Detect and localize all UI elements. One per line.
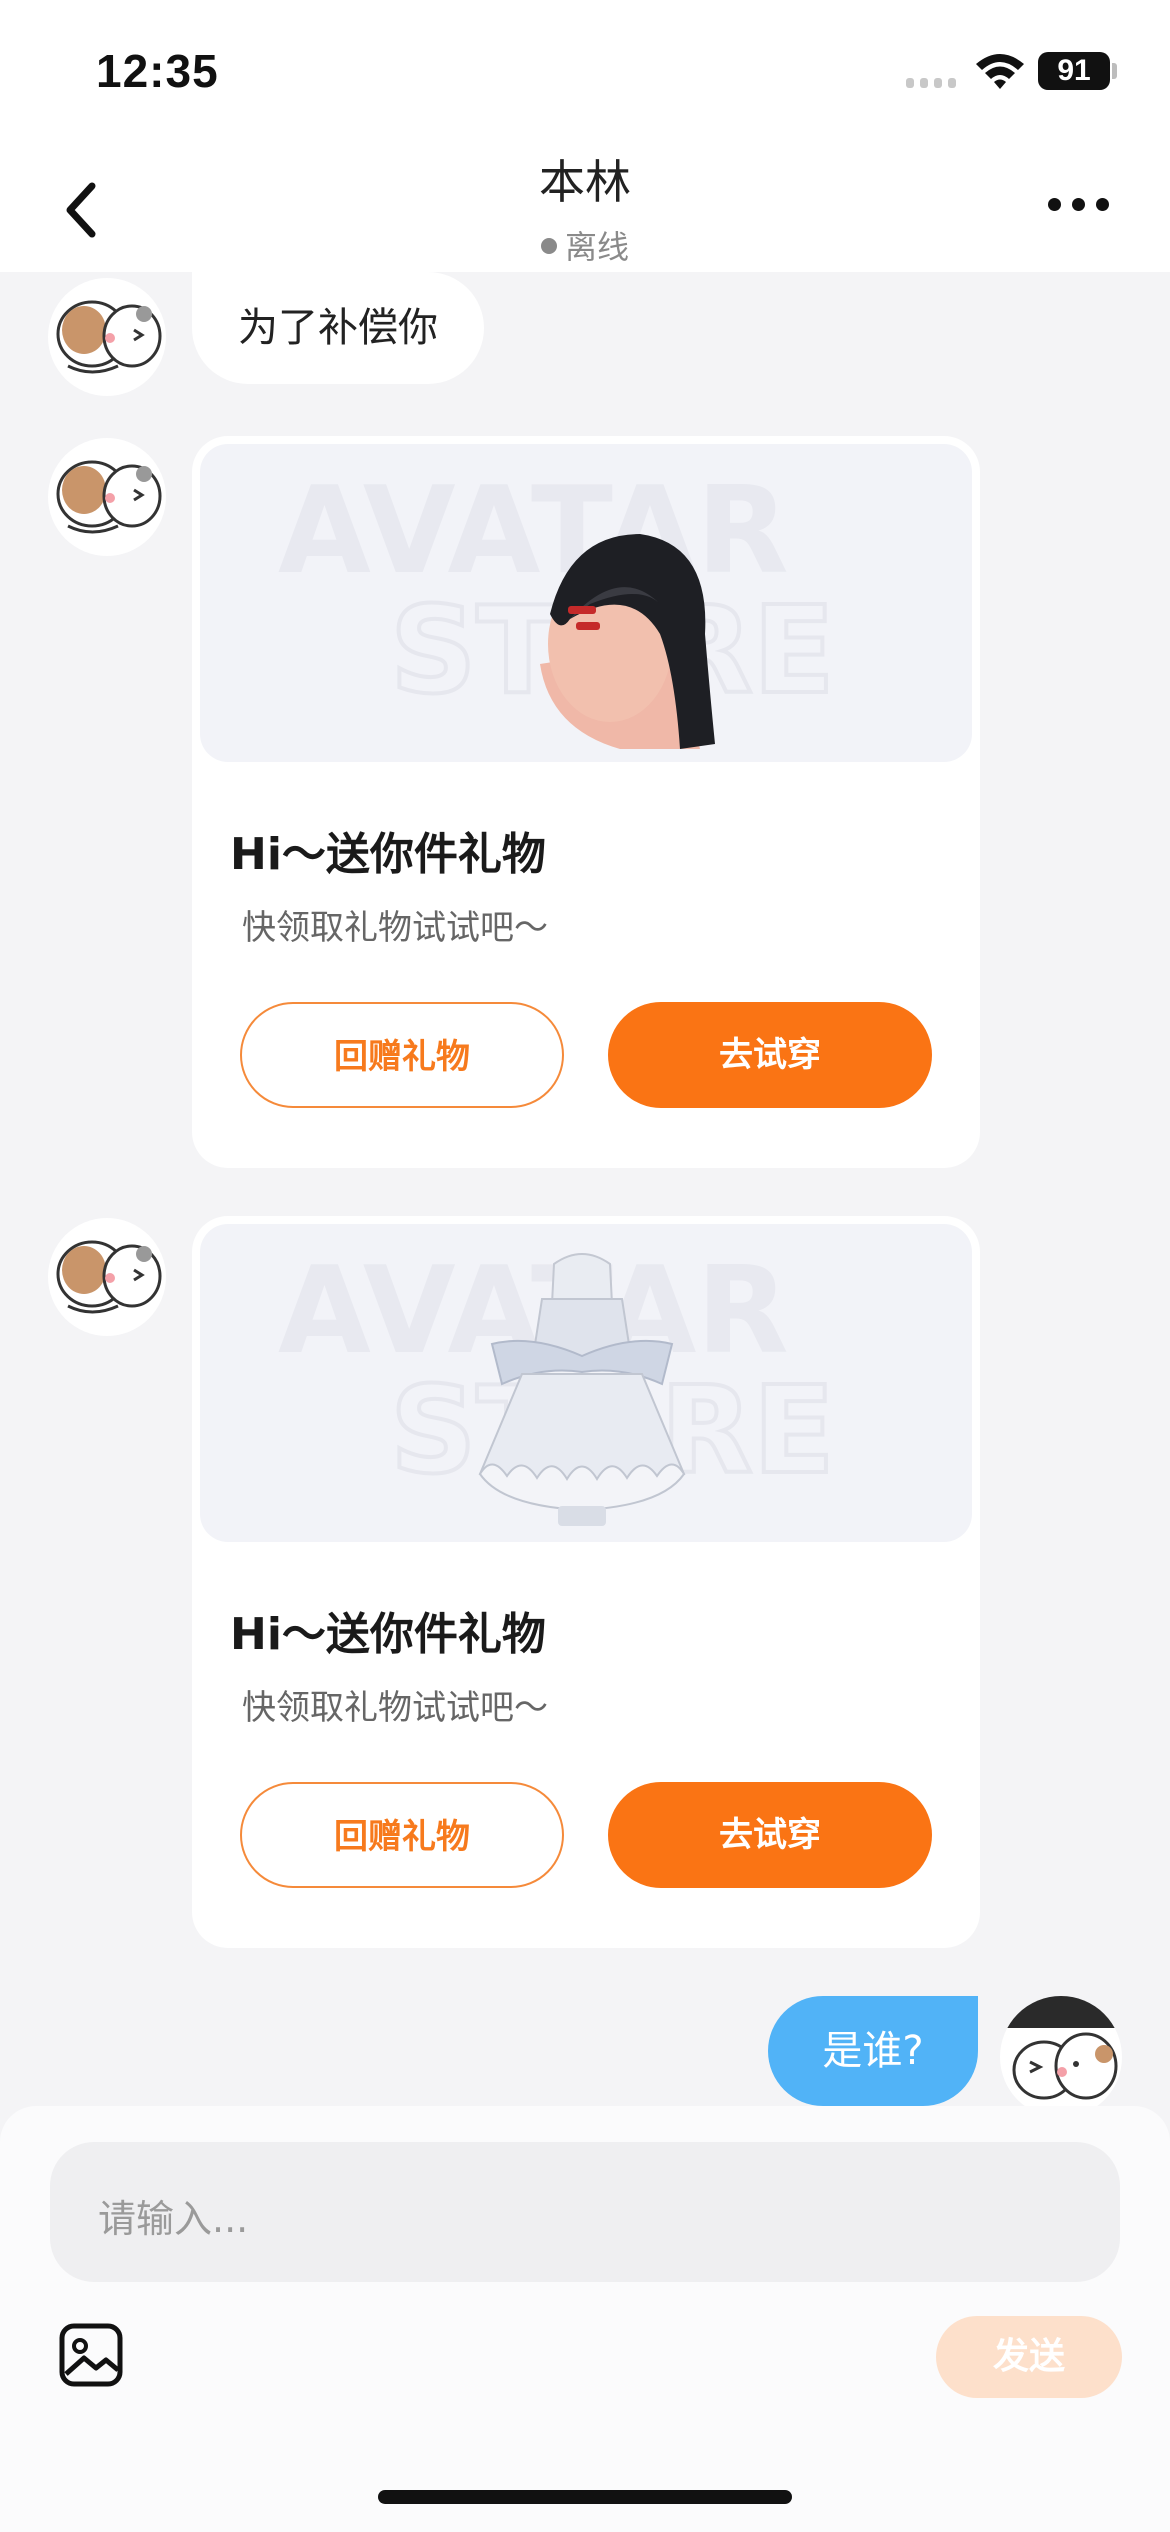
- more-options-icon[interactable]: [1048, 198, 1110, 214]
- contact-avatar[interactable]: [48, 1218, 166, 1336]
- status-text: 离线: [564, 228, 629, 266]
- wifi-icon: [976, 54, 1024, 89]
- battery-indicator: 91: [1038, 52, 1110, 90]
- hair-item-image: [540, 534, 715, 749]
- contact-avatar[interactable]: [48, 278, 166, 396]
- gift-subtitle: 快领取礼物试试吧～: [242, 908, 548, 948]
- gift-preview: AVATAR STORE: [200, 1224, 972, 1542]
- status-bar: 12:35 91: [0, 0, 1170, 140]
- cellular-signal-icon: [906, 78, 956, 88]
- gift-card[interactable]: AVATAR STORE Hi～送你件礼物 快领取礼物试试吧～ 回赠礼物 去试穿: [192, 436, 980, 1168]
- status-time: 12:35: [96, 45, 219, 97]
- online-status: 离线: [0, 222, 1170, 268]
- chat-header: 本林 离线: [0, 140, 1170, 272]
- message-composer: 请输入... 发送: [0, 2106, 1170, 2532]
- contact-avatar[interactable]: [48, 438, 166, 556]
- cat-sticker-icon: [56, 1240, 162, 1314]
- my-avatar[interactable]: [1000, 1996, 1122, 2118]
- return-gift-button[interactable]: 回赠礼物: [240, 1002, 564, 1108]
- cat-sticker-icon: [1000, 1996, 1122, 2100]
- gift-title: Hi～送你件礼物: [230, 1609, 546, 1660]
- status-dot: [540, 238, 557, 254]
- home-indicator: [378, 2490, 792, 2504]
- image-picker-icon[interactable]: [58, 2322, 124, 2388]
- dress-item-image: [478, 1253, 686, 1526]
- input-placeholder: 请输入...: [98, 2197, 249, 2241]
- gift-title: Hi～送你件礼物: [230, 829, 546, 880]
- message-input[interactable]: 请输入...: [50, 2142, 1120, 2282]
- return-gift-button[interactable]: 回赠礼物: [240, 1782, 564, 1888]
- try-on-button[interactable]: 去试穿: [608, 1002, 932, 1108]
- cat-sticker-icon: [56, 460, 162, 534]
- gift-preview: AVATAR STORE: [200, 444, 972, 762]
- send-button[interactable]: 发送: [936, 2316, 1122, 2398]
- gift-subtitle: 快领取礼物试试吧～: [242, 1688, 548, 1728]
- outgoing-message-bubble[interactable]: 是谁?: [768, 1996, 978, 2106]
- battery-tip: [1112, 63, 1117, 79]
- try-on-button[interactable]: 去试穿: [608, 1782, 932, 1888]
- cat-sticker-icon: [56, 300, 162, 374]
- incoming-message-bubble[interactable]: 为了补偿你: [192, 272, 484, 384]
- contact-name: 本林: [539, 155, 631, 209]
- gift-card[interactable]: AVATAR STORE Hi～送你件礼物 快领取礼物试试吧～ 回赠礼物 去试穿: [192, 1216, 980, 1948]
